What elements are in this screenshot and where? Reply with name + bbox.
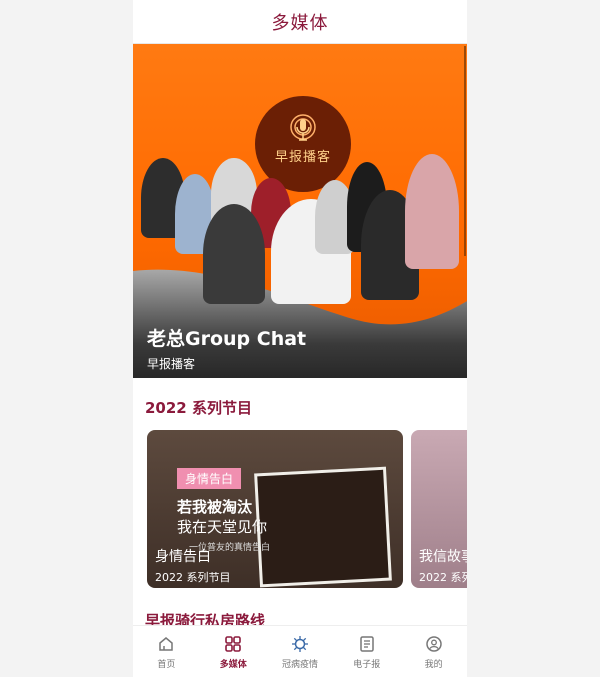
nav-item-epaper[interactable]: 电子报 [333,626,400,677]
bottom-nav: 首页 多媒体 冠病疫情 电子报 我的 [133,625,467,677]
card-name: 身情告白 [155,549,211,565]
host-figure [405,154,459,269]
nav-item-me[interactable]: 我的 [400,626,467,677]
card-headline: 若我被淘汰 [177,498,253,516]
nav-label: 电子报 [353,659,381,670]
hero-caption: 老总Group Chat 早报播客 [147,324,306,372]
nav-label: 首页 [157,659,176,670]
featured-podcast-hero[interactable]: 早报播客 老总Group Chat 早报播客 [133,44,467,378]
host-figure [203,204,265,304]
page-title: 多媒体 [271,12,329,34]
card-subtitle: 2022 系列 [419,571,467,584]
nav-item-multimedia[interactable]: 多媒体 [200,626,267,677]
virus-icon [291,635,308,652]
home-icon [159,636,174,651]
series-card[interactable]: 身情告白 若我被淘汰 我在天堂见你 一位普友的真情告白 身情告白 2022 系列… [147,430,403,588]
user-icon [425,635,442,652]
nav-item-home[interactable]: 首页 [133,626,200,677]
app-screen: 多媒体 早报播客 老总Group Chat 早报播客 2022 系列节目 身情告… [133,0,467,677]
nav-item-covid[interactable]: 冠病疫情 [267,626,334,677]
nav-label: 多媒体 [219,659,247,670]
newspaper-icon [360,635,374,652]
series-section-title: 2022 系列节目 [145,399,252,417]
card-subtitle: 2022 系列节目 [155,571,231,584]
top-bar: 多媒体 [133,0,467,44]
hero-subtitle: 早报播客 [147,357,196,371]
nav-label: 我的 [424,659,443,670]
hero-title: 老总Group Chat [147,328,307,350]
hosts-photo [133,144,467,304]
grid-icon [225,635,241,652]
microphone-icon [290,114,316,141]
card-headline-2: 我在天堂见你 [177,518,268,536]
nav-label: 冠病疫情 [281,659,318,670]
card-tag: 身情告白 [177,468,242,489]
series-card[interactable]: 我信故事 2022 系列 [411,430,467,588]
card-photo [254,466,392,588]
card-name: 我信故事 [419,549,467,565]
